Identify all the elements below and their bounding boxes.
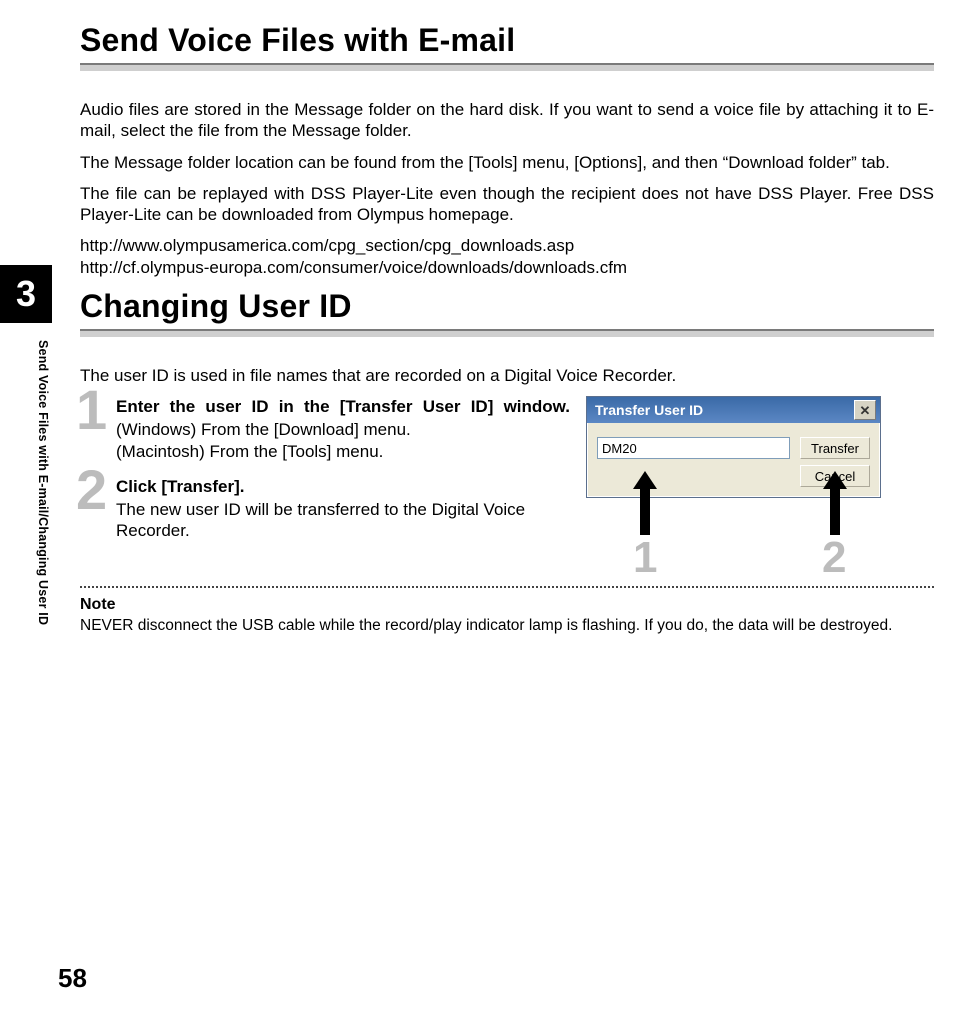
section2-intro: The user ID is used in file names that a… [80,365,934,386]
step-1-title: Enter the user ID in the [Transfer User … [116,396,570,417]
steps-column: 1 Enter the user ID in the [Transfer Use… [80,396,570,542]
callout-number-2: 2 [822,536,846,580]
callout-arrow-1 [640,487,650,535]
section1-p1: Audio files are stored in the Message fo… [80,99,934,142]
section1-title: Send Voice Files with E-mail [80,22,934,59]
step-1: 1 Enter the user ID in the [Transfer Use… [80,396,570,462]
steps-and-dialog-row: 1 Enter the user ID in the [Transfer Use… [80,396,934,542]
note-label: Note [80,596,934,614]
step-number-1: 1 [76,382,107,438]
section1-p2: The Message folder location can be found… [80,152,934,173]
title-underline-2 [80,329,934,337]
manual-page: 3 Send Voice Files with E-mail/Changing … [0,0,954,1022]
callout-number-1: 1 [633,536,657,580]
note-divider [80,586,934,588]
title-underline [80,63,934,71]
note-body: NEVER disconnect the USB cable while the… [80,616,934,635]
step-number-2: 2 [76,462,107,518]
callout-arrow-2 [830,487,840,535]
dialog-title: Transfer User ID [595,402,703,418]
chapter-tab: 3 [0,265,52,323]
page-number: 58 [58,963,87,994]
section1-url1: http://www.olympusamerica.com/cpg_sectio… [80,235,934,256]
section1-url2: http://cf.olympus-europa.com/consumer/vo… [80,257,934,278]
section2-title: Changing User ID [80,288,934,325]
transfer-button[interactable]: Transfer [800,437,870,459]
step-2: 2 Click [Transfer]. The new user ID will… [80,476,570,542]
section1-p3: The file can be replayed with DSS Player… [80,183,934,226]
step-1-body-line1: (Windows) From the [Download] menu. [116,419,570,440]
close-icon[interactable]: ✕ [854,400,876,420]
dialog-titlebar: Transfer User ID ✕ [587,397,880,423]
sidebar-section-label: Send Voice Files with E-mail/Changing Us… [30,340,50,740]
step-2-title: Click [Transfer]. [116,476,570,497]
step-2-body: The new user ID will be transferred to t… [116,499,570,542]
user-id-input[interactable] [597,437,790,459]
step-1-body-line2: (Macintosh) From the [Tools] menu. [116,441,570,462]
